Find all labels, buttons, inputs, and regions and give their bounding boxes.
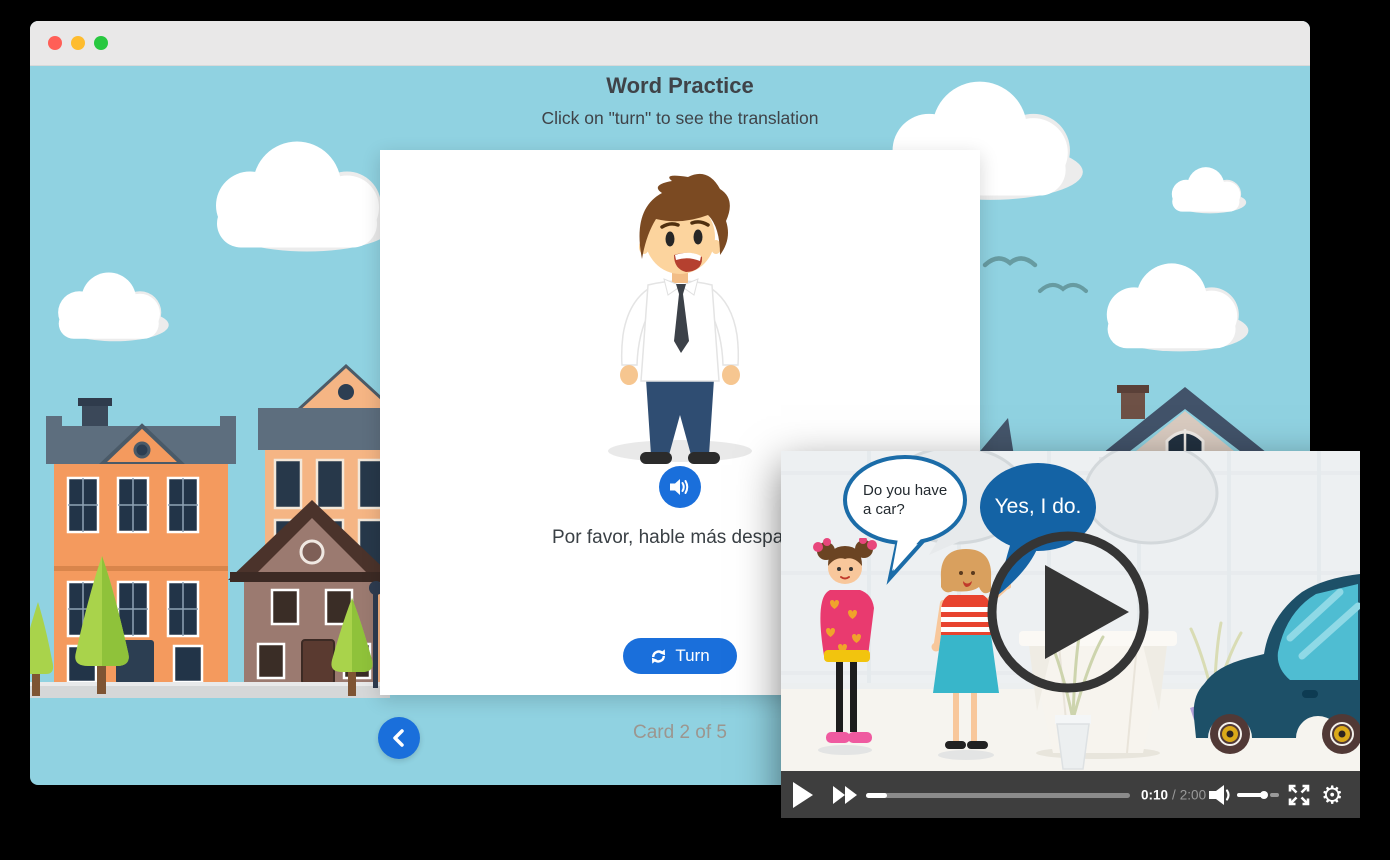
settings-button[interactable]: ⚙ [1321,782,1343,807]
flashcard-phrase: Por favor, hable más despa [552,527,783,549]
volume-handle[interactable] [1260,791,1268,799]
fullscreen-icon [1287,783,1311,807]
title-bar [30,21,1310,66]
volume-remainder [1270,793,1279,797]
fullscreen-button[interactable] [1287,783,1311,807]
cloud-icon [1163,163,1247,215]
birds-icon [980,247,1120,307]
progress-track [866,793,1130,798]
time-display: 0:10 / 2:00 [1141,787,1206,802]
speech-bubble-question: Do you have a car? [839,455,971,595]
volume-button[interactable] [1208,784,1234,806]
progress-played [866,793,887,798]
progress-bar[interactable] [866,788,1130,802]
video-player: Do you have a car? Yes, I do. [781,451,1360,818]
video-scene: Do you have a car? Yes, I do. [781,451,1360,771]
page-subtitle: Click on "turn" to see the translation [50,108,1310,129]
minimize-window-button[interactable] [71,36,85,50]
cloud-icon [195,125,395,262]
time-total: 2:00 [1180,787,1206,802]
video-play-overlay-button[interactable] [983,527,1153,697]
gear-icon: ⚙ [1321,782,1343,807]
speech-bubble-shape [839,455,971,595]
volume-slider[interactable] [1237,790,1279,800]
close-window-button[interactable] [48,36,62,50]
fast-forward-icon [833,786,858,804]
page-title: Word Practice [50,73,1310,99]
fast-forward-button[interactable] [833,786,858,804]
turn-button-label: Turn [675,646,709,666]
refresh-icon [650,648,667,665]
play-icon [793,782,814,808]
time-separator: / [1172,787,1176,802]
car-illustration [1190,568,1360,758]
cityscape-illustration [30,360,390,700]
video-control-bar: 0:10 / 2:00 ⚙ [781,771,1360,818]
zoom-window-button[interactable] [94,36,108,50]
man-character-illustration [590,165,770,465]
audio-play-button[interactable] [659,466,701,508]
speaker-icon [669,477,691,497]
turn-button[interactable]: Turn [623,638,737,674]
play-icon [983,527,1153,697]
cloud-icon [45,265,170,345]
window-controls [48,36,108,50]
time-current: 0:10 [1141,787,1168,802]
speech-bubble-answer-text: Yes, I do. [976,495,1100,519]
speech-bubble-question-text: Do you have a car? [863,481,947,519]
play-button[interactable] [793,782,814,808]
volume-icon [1208,784,1234,806]
